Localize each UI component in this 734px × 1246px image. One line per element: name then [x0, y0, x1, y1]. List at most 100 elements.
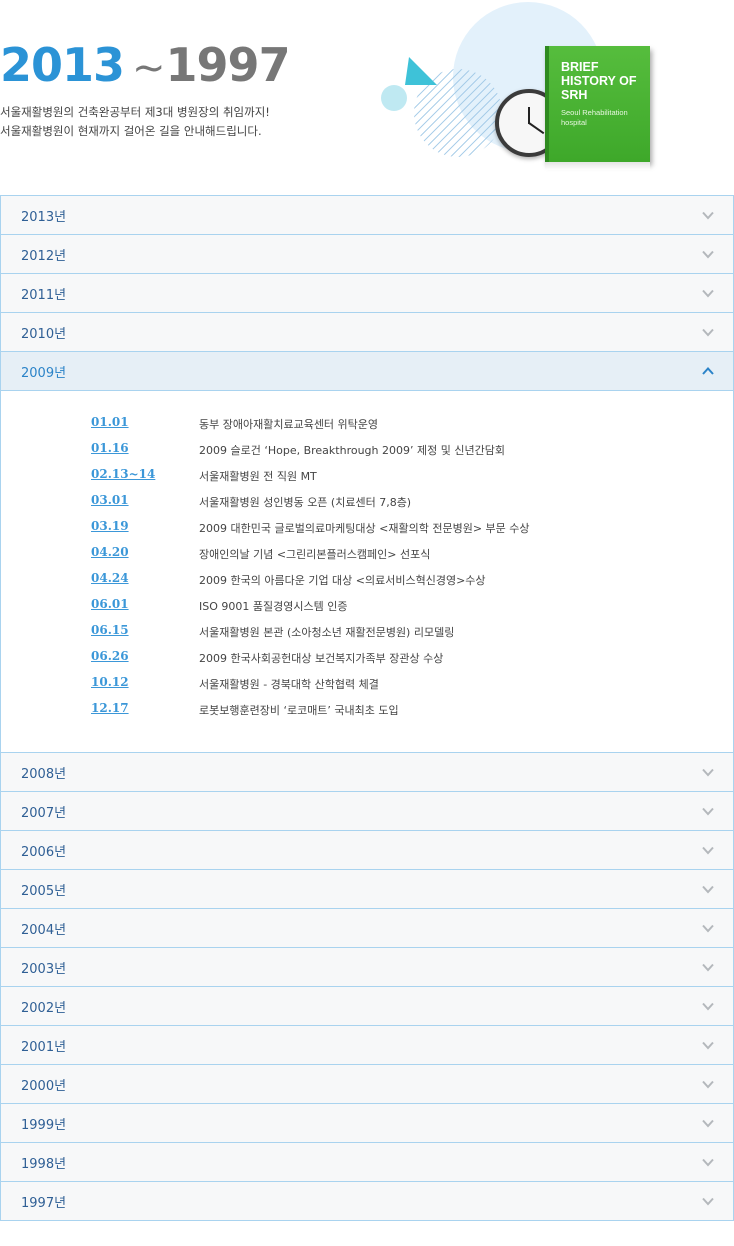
year-label: 2002년 — [21, 1000, 67, 1016]
event-description: 동부 장애아재활치료교육센터 위탁운영 — [199, 418, 379, 431]
accordion-header-2000[interactable]: 2000년 — [1, 1065, 733, 1104]
event-date: 06.26 — [91, 649, 129, 663]
history-event: 03.01 서울재활병원 성인병동 오픈 (치료센터 7,8층) — [1, 493, 733, 519]
year-label: 2010년 — [21, 326, 67, 342]
book-subtitle: Seoul Rehabilitation hospital — [561, 108, 628, 127]
accordion-header-2003[interactable]: 2003년 — [1, 948, 733, 987]
event-date: 01.16 — [91, 441, 129, 455]
year-label: 2011년 — [21, 287, 67, 303]
history-event: 04.24 2009 한국의 아름다운 기업 대상 <의료서비스혁신경영>수상 — [1, 571, 733, 597]
accordion-header-2001[interactable]: 2001년 — [1, 1026, 733, 1065]
event-date: 12.17 — [91, 701, 129, 715]
event-description: 2009 한국의 아름다운 기업 대상 <의료서비스혁신경영>수상 — [199, 574, 486, 587]
chevron-down-icon[interactable] — [702, 766, 714, 778]
event-description: 2009 한국사회공헌대상 보건복지가족부 장관상 수상 — [199, 652, 444, 665]
chevron-down-icon[interactable] — [702, 844, 714, 856]
history-event: 06.15 서울재활병원 본관 (소아청소년 재활전문병원) 리모델링 — [1, 623, 733, 649]
accordion-header-2004[interactable]: 2004년 — [1, 909, 733, 948]
chevron-down-icon[interactable] — [702, 287, 714, 299]
header-illustration: BRIEF HISTORY OF SRH Seoul Rehabilitatio… — [375, 0, 665, 195]
accordion-header-1997[interactable]: 1997년 — [1, 1182, 733, 1221]
accordion-header-2010[interactable]: 2010년 — [1, 313, 733, 352]
event-date: 03.01 — [91, 493, 129, 507]
description-line-2: 서울재활병원이 현재까지 걸어온 길을 안내해드립니다. — [0, 124, 262, 138]
decor-small-circle — [381, 85, 407, 111]
book-title: BRIEF HISTORY OF SRH — [561, 60, 637, 102]
accordion-header-2007[interactable]: 2007년 — [1, 792, 733, 831]
chevron-down-icon[interactable] — [702, 1000, 714, 1012]
accordion-header-2009[interactable]: 2009년 — [1, 352, 733, 391]
accordion-header-2013[interactable]: 2013년 — [1, 196, 733, 235]
event-date: 06.15 — [91, 623, 129, 637]
chevron-down-icon[interactable] — [702, 805, 714, 817]
event-description: 2009 대한민국 글로벌의료마케팅대상 <재활의학 전문병원> 부문 수상 — [199, 522, 530, 535]
accordion-header-2002[interactable]: 2002년 — [1, 987, 733, 1026]
chevron-down-icon[interactable] — [702, 248, 714, 260]
title-tilde: ~ — [132, 45, 166, 91]
event-description: ISO 9001 품질경영시스템 인증 — [199, 600, 348, 613]
chevron-down-icon[interactable] — [702, 922, 714, 934]
event-description: 서울재활병원 성인병동 오픈 (치료센터 7,8층) — [199, 496, 412, 509]
event-date: 03.19 — [91, 519, 129, 533]
year-label: 2009년 — [21, 365, 67, 381]
page-title: 2013 ~ 1997 — [0, 38, 291, 92]
year-label: 2007년 — [21, 805, 67, 821]
year-label: 1998년 — [21, 1156, 67, 1172]
history-event: 10.12 서울재활병원 - 경북대학 산학협력 체결 — [1, 675, 733, 701]
chevron-down-icon[interactable] — [702, 1195, 714, 1207]
year-label: 2005년 — [21, 883, 67, 899]
accordion-header-2005[interactable]: 2005년 — [1, 870, 733, 909]
chevron-down-icon[interactable] — [702, 209, 714, 221]
accordion-header-2008[interactable]: 2008년 — [1, 753, 733, 792]
history-header: 2013 ~ 1997 서울재활병원의 건축완공부터 제3대 병원장의 취임까지… — [0, 0, 734, 195]
title-year-start: 2013 — [0, 38, 125, 92]
accordion-header-2011[interactable]: 2011년 — [1, 274, 733, 313]
accordion-header-2006[interactable]: 2006년 — [1, 831, 733, 870]
chevron-down-icon[interactable] — [702, 326, 714, 338]
accordion-header-1999[interactable]: 1999년 — [1, 1104, 733, 1143]
event-description: 서울재활병원 전 직원 MT — [199, 470, 317, 483]
chevron-up-icon[interactable] — [702, 365, 714, 377]
chevron-down-icon[interactable] — [702, 883, 714, 895]
history-event: 02.13~14 서울재활병원 전 직원 MT — [1, 467, 733, 493]
chevron-down-icon[interactable] — [702, 1117, 714, 1129]
year-label: 2006년 — [21, 844, 67, 860]
chevron-down-icon[interactable] — [702, 1078, 714, 1090]
chevron-down-icon[interactable] — [702, 1156, 714, 1168]
chevron-down-icon[interactable] — [702, 1039, 714, 1051]
history-event: 06.26 2009 한국사회공헌대상 보건복지가족부 장관상 수상 — [1, 649, 733, 675]
history-event: 03.19 2009 대한민국 글로벌의료마케팅대상 <재활의학 전문병원> 부문… — [1, 519, 733, 545]
title-year-end: 1997 — [165, 38, 291, 92]
accordion-header-2012[interactable]: 2012년 — [1, 235, 733, 274]
decor-triangle-icon — [405, 57, 437, 85]
event-date: 04.20 — [91, 545, 129, 559]
year-label: 2004년 — [21, 922, 67, 938]
chevron-down-icon[interactable] — [702, 961, 714, 973]
event-description: 서울재활병원 - 경북대학 산학협력 체결 — [199, 678, 379, 691]
event-date: 01.01 — [91, 415, 129, 429]
year-label: 2012년 — [21, 248, 67, 264]
history-event: 01.01 동부 장애아재활치료교육센터 위탁운영 — [1, 415, 733, 441]
history-accordion: 2013년 2012년 2011년 2010년 2009년 01.01 동부 장애아재활치료… — [0, 195, 734, 1221]
event-date: 04.24 — [91, 571, 129, 585]
history-event: 01.16 2009 슬로건 ‘Hope, Breakthrough 2009’ … — [1, 441, 733, 467]
book-pages — [545, 162, 650, 170]
event-description: 로봇보행훈련장비 ‘로코매트’ 국내최초 도입 — [199, 704, 399, 717]
year-label: 2003년 — [21, 961, 67, 977]
event-date: 06.01 — [91, 597, 129, 611]
year-label: 2013년 — [21, 209, 67, 225]
history-event: 06.01 ISO 9001 품질경영시스템 인증 — [1, 597, 733, 623]
accordion-panel-2009: 01.01 동부 장애아재활치료교육센터 위탁운영 01.16 2009 슬로건 ‘H… — [1, 391, 733, 753]
year-label: 1999년 — [21, 1117, 67, 1133]
year-label: 1997년 — [21, 1195, 67, 1211]
description-line-1: 서울재활병원의 건축완공부터 제3대 병원장의 취임까지! — [0, 105, 270, 119]
history-event: 12.17 로봇보행훈련장비 ‘로코매트’ 국내최초 도입 — [1, 701, 733, 727]
accordion-header-1998[interactable]: 1998년 — [1, 1143, 733, 1182]
year-label: 2001년 — [21, 1039, 67, 1055]
event-description: 2009 슬로건 ‘Hope, Breakthrough 2009’ 제정 및 … — [199, 444, 505, 457]
history-event: 04.20 장애인의날 기념 <그린리본플러스캠페인> 선포식 — [1, 545, 733, 571]
history-book-icon: BRIEF HISTORY OF SRH Seoul Rehabilitatio… — [545, 46, 650, 162]
event-date: 10.12 — [91, 675, 129, 689]
event-date: 02.13~14 — [91, 467, 156, 481]
event-description: 서울재활병원 본관 (소아청소년 재활전문병원) 리모델링 — [199, 626, 455, 639]
